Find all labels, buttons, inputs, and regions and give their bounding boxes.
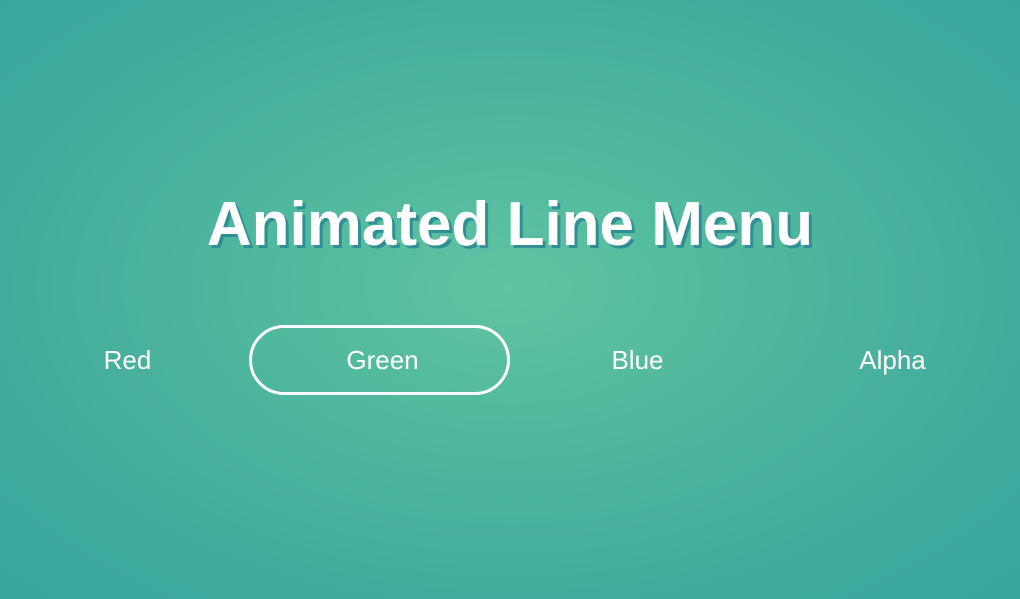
menu-item-label: Green: [346, 344, 419, 375]
menu-item-label: Blue: [611, 344, 664, 375]
menu-item-label: Red: [103, 344, 152, 375]
page: Animated Line Menu Red Green Blue Alpha: [0, 0, 1020, 599]
line-menu: Red Green Blue Alpha: [0, 324, 1020, 396]
menu-item-blue[interactable]: Blue: [510, 324, 765, 396]
page-title: Animated Line Menu: [206, 190, 814, 259]
menu-item-red[interactable]: Red: [0, 324, 255, 396]
menu-item-alpha[interactable]: Alpha: [765, 324, 1020, 396]
menu-item-label: Alpha: [859, 344, 926, 375]
menu-item-green[interactable]: Green: [249, 324, 510, 396]
